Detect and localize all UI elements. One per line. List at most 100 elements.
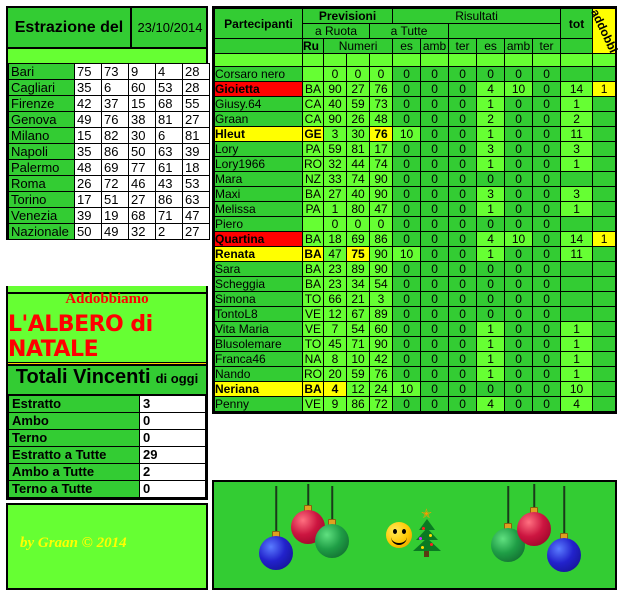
prediction-number: 23 [323, 276, 347, 292]
ruota-city: Nazionale [8, 223, 75, 240]
table-row[interactable]: Hleut GE 3 30 76 10 0 0 1 0 0 11 [214, 126, 617, 142]
ruota-number: 47 [182, 207, 210, 224]
table-row[interactable]: Lory1966 RO 32 44 74 0 0 0 1 0 0 1 [214, 156, 617, 172]
table-row[interactable]: Gioietta BA 90 27 76 0 0 0 4 10 0 14 1 [214, 81, 617, 97]
participant-name: Sara [214, 261, 303, 277]
table-row[interactable]: Nando RO 20 59 76 0 0 0 1 0 0 1 [214, 366, 617, 382]
table-row[interactable]: Scheggia BA 23 34 54 0 0 0 0 0 0 [214, 276, 617, 292]
ruota-city: Palermo [8, 159, 75, 176]
table-row[interactable]: Renata BA 47 75 90 10 0 0 1 0 0 11 [214, 246, 617, 262]
ruota-number: 73 [101, 63, 129, 80]
result-a-tutte: 0 [504, 396, 534, 412]
participant-ruota: BA [302, 246, 324, 262]
table-row[interactable]: Giusy.64 CA 40 59 73 0 0 0 1 0 0 1 [214, 96, 617, 112]
ruota-row: Venezia 39 19 68 71 47 [8, 207, 210, 224]
result-a-ruota: 0 [392, 81, 422, 97]
participant-ruota: BA [302, 261, 324, 277]
result-a-ruota: 0 [420, 171, 450, 187]
participant-name: Mara [214, 171, 303, 187]
prediction-number: 76 [368, 81, 394, 97]
table-row[interactable]: Piero 0 0 0 0 0 0 0 0 0 [214, 216, 617, 232]
prediction-number: 86 [346, 396, 370, 412]
prediction-number: 74 [346, 171, 370, 187]
prediction-number: 24 [368, 381, 394, 397]
addobbi-cell [592, 186, 617, 202]
table-row[interactable]: Penny VE 9 86 72 0 0 0 4 0 0 4 [214, 396, 617, 412]
addobbi-cell [592, 111, 617, 127]
header-row-3: Ru Numeri es amb ter es amb ter [214, 38, 616, 54]
table-row[interactable]: Maxi BA 27 40 90 0 0 0 3 0 0 3 [214, 186, 617, 202]
prediction-number: 66 [323, 291, 347, 307]
ruota-number: 50 [128, 143, 156, 160]
total-cell [560, 261, 594, 277]
table-row[interactable]: Melissa PA 1 80 47 0 0 0 1 0 0 1 [214, 201, 617, 217]
result-a-tutte: 4 [476, 81, 506, 97]
prediction-number: 40 [346, 186, 370, 202]
ruota-city: Bari [8, 63, 75, 80]
prediction-number: 0 [368, 216, 394, 232]
result-a-ruota: 10 [392, 126, 422, 142]
participant-name: Hleut [214, 126, 303, 142]
prediction-number: 10 [346, 351, 370, 367]
totali-row: Estratto 3 [8, 394, 206, 413]
banner-line-2: L'ALBERO di NATALE [8, 312, 206, 365]
ruota-number: 63 [182, 191, 210, 208]
ruota-number: 63 [155, 143, 183, 160]
addobbi-cell [592, 126, 617, 142]
result-a-ruota: 0 [420, 231, 450, 247]
table-row[interactable]: Blusolemare TO 45 71 90 0 0 0 1 0 0 1 [214, 336, 617, 352]
result-a-tutte: 0 [504, 381, 534, 397]
result-a-ruota: 0 [448, 246, 478, 262]
result-a-ruota: 0 [448, 216, 478, 232]
addobbi-cell [592, 261, 617, 277]
ruota-number: 68 [128, 207, 156, 224]
table-row[interactable]: Graan CA 90 26 48 0 0 0 2 0 0 2 [214, 111, 617, 127]
table-row[interactable]: Simona TO 66 21 3 0 0 0 0 0 0 [214, 291, 617, 307]
participant-ruota: PA [302, 141, 324, 157]
prediction-number: 90 [323, 81, 347, 97]
table-row[interactable]: Mara NZ 33 74 90 0 0 0 0 0 0 [214, 171, 617, 187]
table-row[interactable]: Franca46 NA 8 10 42 0 0 0 1 0 0 1 [214, 351, 617, 367]
result-a-tutte: 1 [476, 366, 506, 382]
table-row[interactable]: Sara BA 23 89 90 0 0 0 0 0 0 [214, 261, 617, 277]
prediction-number: 86 [368, 231, 394, 247]
totali-row: Ambo a Tutte 2 [8, 462, 206, 481]
totali-row: Terno 0 [8, 428, 206, 447]
ruota-row: Cagliari 35 6 60 53 28 [8, 79, 210, 96]
th-ruota-amb: amb [420, 38, 450, 54]
result-a-ruota: 0 [448, 186, 478, 202]
participant-name: Lory [214, 141, 303, 157]
result-a-tutte: 0 [504, 276, 534, 292]
result-a-tutte: 0 [532, 276, 562, 292]
table-row[interactable]: TontoL8 VE 12 67 89 0 0 0 0 0 0 [214, 306, 617, 322]
table-row[interactable]: Neriana BA 4 12 24 10 0 0 0 0 0 10 [214, 381, 617, 397]
ruota-number: 6 [101, 79, 129, 96]
table-row[interactable]: Lory PA 59 81 17 0 0 0 3 0 0 3 [214, 141, 617, 157]
addobbi-cell [592, 96, 617, 112]
prediction-number: 26 [346, 111, 370, 127]
result-a-tutte: 2 [476, 111, 506, 127]
prediction-number: 23 [323, 261, 347, 277]
participant-name: Blusolemare [214, 336, 303, 352]
ruota-number: 51 [101, 191, 129, 208]
prediction-number: 0 [323, 216, 347, 232]
ruota-city: Venezia [8, 207, 75, 224]
totali-table: Estratto 3 Ambo 0 Terno 0 Estratto a Tutte 29 Am… [8, 394, 206, 498]
participant-name: Gioietta [214, 81, 303, 97]
table-row[interactable]: Corsaro nero 0 0 0 0 0 0 0 0 0 [214, 66, 617, 82]
ruota-number: 75 [74, 63, 102, 80]
prediction-number: 3 [368, 291, 394, 307]
ruota-city: Napoli [8, 143, 75, 160]
totali-vincenti-box: Totali Vincenti di oggi Estratto 3 Ambo 0 Te… [6, 364, 208, 500]
ruota-number: 77 [128, 159, 156, 176]
result-a-ruota: 0 [420, 276, 450, 292]
prediction-number: 54 [346, 321, 370, 337]
th-partecipanti: Partecipanti [214, 8, 303, 39]
result-a-ruota: 0 [420, 141, 450, 157]
ruota-number: 42 [74, 95, 102, 112]
prediction-number: 72 [368, 396, 394, 412]
table-row[interactable]: Quartina BA 18 69 86 0 0 0 4 10 0 14 1 [214, 231, 617, 247]
spacer-cell [476, 53, 506, 67]
table-row[interactable]: Vita Maria VE 7 54 60 0 0 0 1 0 0 1 [214, 321, 617, 337]
result-a-tutte: 1 [476, 321, 506, 337]
